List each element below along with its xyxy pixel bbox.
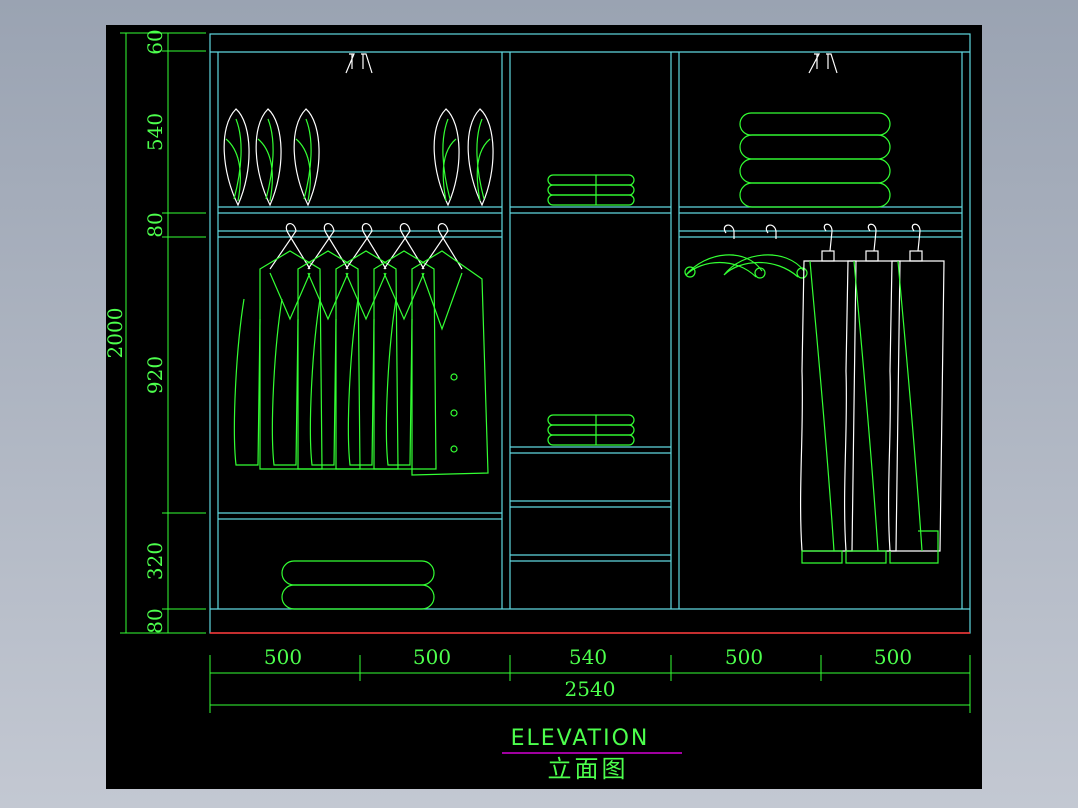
hanging-jackets — [233, 223, 489, 476]
dim-v-5: 80 — [143, 608, 167, 633]
dim-h-3: 500 — [725, 645, 763, 669]
pillows — [223, 108, 494, 207]
dim-v-2: 80 — [143, 212, 167, 237]
hanging-trousers — [800, 223, 945, 564]
dim-v-3: 920 — [143, 356, 167, 394]
dim-h-1: 500 — [413, 645, 451, 669]
dim-v-1: 540 — [143, 113, 167, 151]
vertical-dimensions: 2000 60 540 80 920 320 80 — [106, 29, 206, 634]
horizontal-dimensions: 500 500 540 500 500 2540 — [209, 645, 971, 713]
light-fixture-right — [808, 53, 838, 74]
dim-h-4: 500 — [874, 645, 912, 669]
folded-clothes-middle — [547, 414, 635, 446]
folded-blanket — [281, 560, 435, 610]
dim-h-0: 500 — [264, 645, 302, 669]
dim-height-total: 2000 — [106, 308, 127, 359]
dim-width-total: 2540 — [565, 677, 616, 701]
dim-v-4: 320 — [143, 542, 167, 580]
elevation-drawing: 2000 60 540 80 920 320 80 500 500 540 50… — [106, 29, 971, 783]
title-block: ELEVATION 立面图 — [502, 726, 682, 783]
title-english: ELEVATION — [511, 726, 650, 751]
folded-clothes-top-middle — [547, 174, 635, 206]
light-fixture-left — [345, 53, 373, 74]
wardrobe-cabinet — [209, 33, 971, 634]
cad-viewport[interactable]: 2000 60 540 80 920 320 80 500 500 540 50… — [106, 25, 982, 789]
dim-h-2: 540 — [569, 645, 607, 669]
title-chinese: 立面图 — [548, 755, 629, 783]
empty-hangers — [684, 224, 808, 279]
dim-v-0: 60 — [143, 29, 167, 54]
towel-stack — [739, 112, 891, 208]
